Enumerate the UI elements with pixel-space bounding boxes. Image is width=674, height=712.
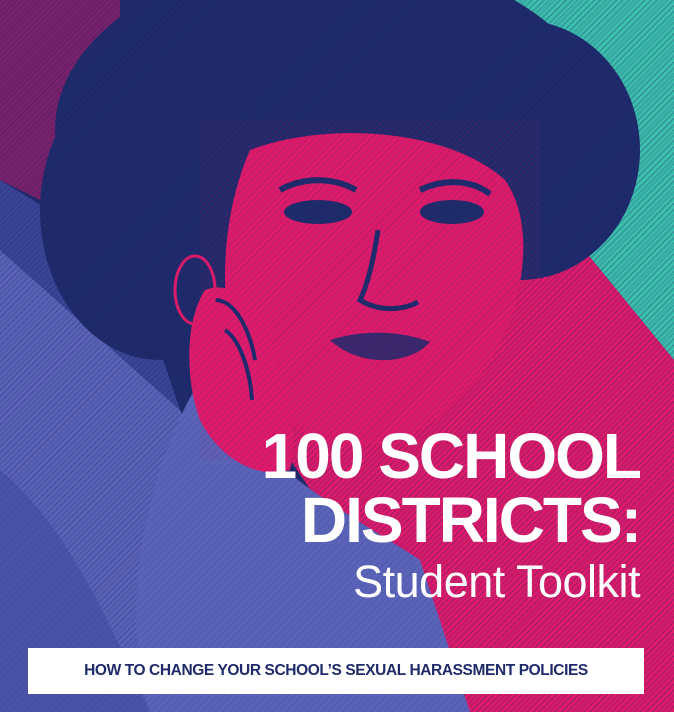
cover-page: 100 SCHOOL DISTRICTS: Student Toolkit HO… xyxy=(0,0,674,712)
banner-text: HOW TO CHANGE YOUR SCHOOL’S SEXUAL HARAS… xyxy=(84,662,588,679)
title-block: 100 SCHOOL DISTRICTS: Student Toolkit xyxy=(261,420,642,610)
title-line-1: 100 SCHOOL xyxy=(261,420,642,492)
subtitle: Student Toolkit xyxy=(353,556,640,607)
banner: HOW TO CHANGE YOUR SCHOOL’S SEXUAL HARAS… xyxy=(28,648,644,694)
title-line-2: DISTRICTS: xyxy=(300,484,642,556)
